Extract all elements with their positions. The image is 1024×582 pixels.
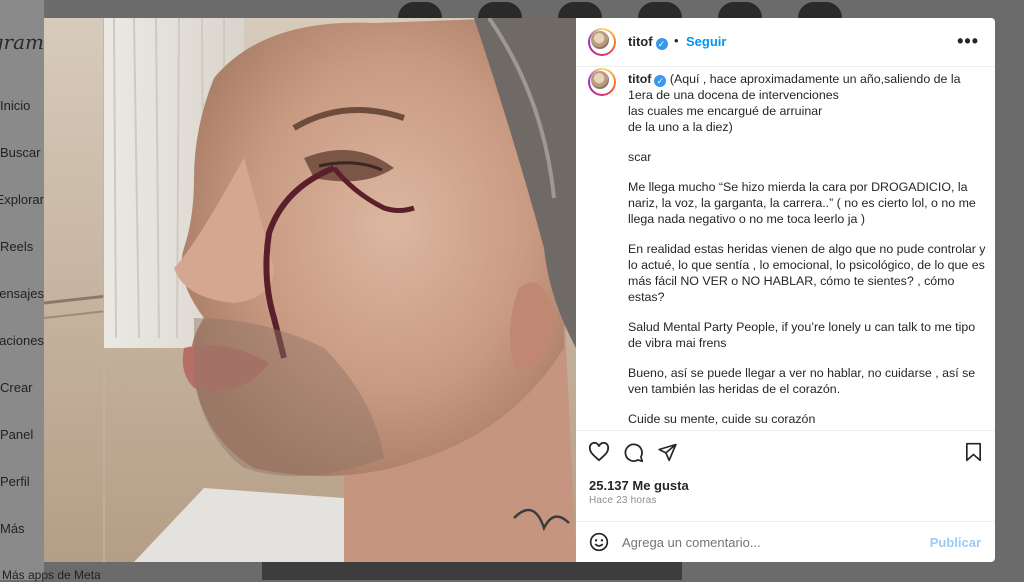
bg-nav-item: Perfil [0, 474, 30, 489]
verified-badge-icon: ✓ [654, 75, 667, 87]
caption-paragraph: Bueno, así se puede llegar a ver no habl… [628, 366, 976, 396]
comment-bar: Publicar [576, 521, 995, 562]
caption-paragraph: En realidad estas heridas vienen de algo… [628, 242, 986, 304]
bg-nav-item: Notificaciones [0, 333, 44, 348]
caption-paragraph: Me llega mucho “Se hizo mierda la cara p… [628, 180, 976, 226]
caption-paragraph: Salud Mental Party People, if you’re lon… [628, 320, 976, 350]
separator-dot: • [674, 33, 679, 48]
verified-badge-icon: ✓ [655, 38, 668, 50]
author-username[interactable]: titof ✓ [628, 34, 668, 50]
bg-nav-item: Panel [0, 427, 34, 442]
caption-username[interactable]: titof [628, 72, 651, 86]
bg-nav-item: Explorar [0, 192, 44, 207]
post-photo[interactable] [44, 18, 576, 562]
action-bar [576, 430, 995, 469]
heart-icon[interactable] [588, 442, 610, 462]
caption-area[interactable]: titof ✓ (Aquí , hace aproximadamente un a… [576, 66, 995, 430]
emoji-icon[interactable] [589, 532, 609, 552]
share-icon[interactable] [657, 442, 678, 462]
caption-paragraph: scar [628, 150, 652, 164]
more-options-icon[interactable]: ••• [957, 31, 979, 52]
bg-nav-item: Más [0, 521, 25, 536]
bg-nav-item: Inicio [0, 98, 31, 113]
likes-count[interactable]: 25.137 Me gusta [589, 478, 689, 493]
caption-avatar[interactable] [588, 68, 616, 96]
username-text[interactable]: titof [628, 34, 653, 49]
post-panel: titof ✓ • Seguir ••• titof ✓ (Aquí , hace … [576, 18, 995, 562]
caption-text: titof ✓ (Aquí , hace aproximadamente un a… [628, 71, 986, 430]
instagram-logo: Instagram [0, 30, 44, 54]
follow-button[interactable]: Seguir [686, 34, 726, 49]
caption-paragraph: (Aquí , hace aproximadamente un año,sali… [628, 72, 961, 134]
post-photo-image [44, 18, 576, 562]
bg-nav-item: Buscar [0, 145, 41, 160]
post-timestamp[interactable]: Hace 23 horas [589, 495, 657, 506]
background-feed-strip [262, 562, 682, 580]
comment-input[interactable] [622, 535, 922, 550]
caption-paragraph: Cuide su mente, cuide su corazón cuidar … [628, 412, 969, 430]
bg-nav-item: Crear [0, 380, 33, 395]
background-sidebar: Instagram Inicio Buscar Explorar Reels M… [0, 0, 44, 580]
avatar[interactable] [588, 28, 616, 56]
publish-button[interactable]: Publicar [930, 535, 981, 550]
bg-nav-item: Mensajes [0, 286, 44, 301]
post-header: titof ✓ • Seguir ••• [576, 18, 995, 67]
comment-icon[interactable] [623, 442, 644, 463]
bg-nav-item: Reels [0, 239, 34, 254]
bookmark-icon[interactable] [965, 442, 982, 462]
